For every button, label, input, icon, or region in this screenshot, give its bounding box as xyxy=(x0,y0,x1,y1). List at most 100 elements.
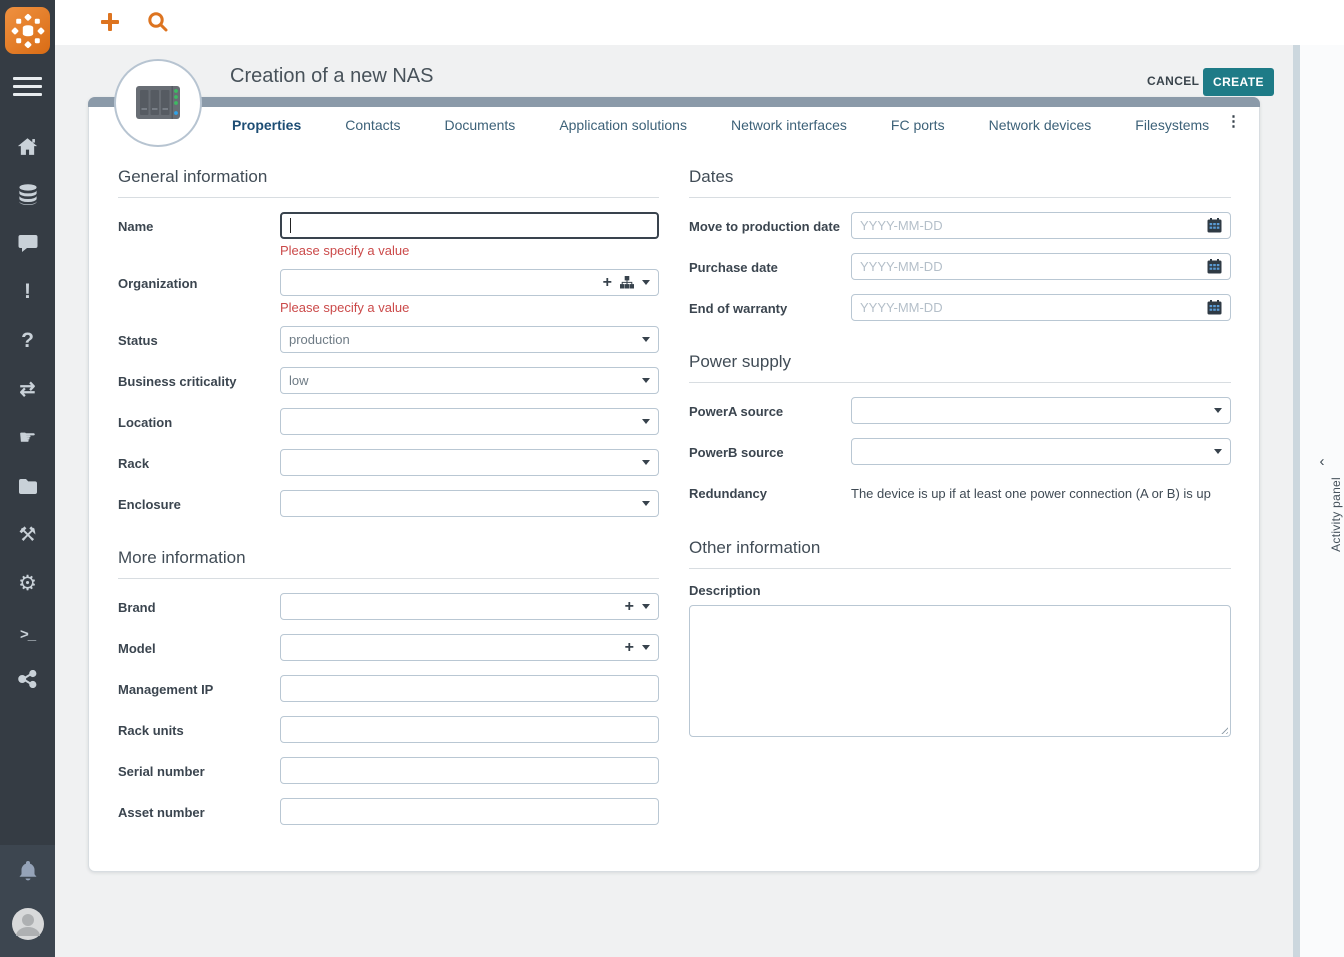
resize-grip-icon[interactable] xyxy=(1219,725,1228,734)
asset-number-input[interactable] xyxy=(280,798,659,825)
dropdown-caret-icon[interactable] xyxy=(642,604,650,609)
section-general-information: General information xyxy=(118,166,659,198)
folder-icon[interactable] xyxy=(0,476,55,498)
notifications-bell-icon[interactable] xyxy=(0,859,55,883)
rack-units-input[interactable] xyxy=(280,716,659,743)
field-row: Rack xyxy=(118,449,659,476)
menu-toggle-icon[interactable] xyxy=(13,77,42,101)
calendar-icon[interactable] xyxy=(1207,218,1222,233)
move-to-production-date-label: Move to production date xyxy=(689,219,840,234)
helping-hand-icon[interactable]: ☛ xyxy=(0,427,55,449)
tab-properties[interactable]: Properties xyxy=(232,117,301,133)
itop-logo-icon xyxy=(11,13,44,48)
tab-application-solutions[interactable]: Application solutions xyxy=(559,117,687,133)
alert-icon[interactable]: ! xyxy=(0,281,55,303)
tab-fc-ports[interactable]: FC ports xyxy=(891,117,945,133)
page-title: Creation of a new NAS xyxy=(230,65,434,87)
tab-contacts[interactable]: Contacts xyxy=(345,117,400,133)
tab-filesystems[interactable]: Filesystems xyxy=(1135,117,1209,133)
itop-logo[interactable] xyxy=(5,7,50,54)
power-a-source-select[interactable] xyxy=(851,397,1231,424)
field-row: Redundancy The device is up if at least … xyxy=(689,479,1231,501)
main-content: Creation of a new NAS CANCEL CREATE Prop… xyxy=(55,45,1293,957)
calendar-icon[interactable] xyxy=(1207,259,1222,274)
purchase-date-input[interactable]: YYYY-MM-DD xyxy=(851,253,1231,280)
name-error: Please specify a value xyxy=(280,243,410,258)
screen: ! ? ⇄ ☛ ⚒ ⚙ >_ ‹ Activity panel Creation… xyxy=(0,0,1344,957)
description-label: Description xyxy=(689,583,761,598)
share-icon[interactable] xyxy=(0,668,55,690)
activity-panel-collapsed[interactable]: ‹ Activity panel xyxy=(1300,45,1344,957)
field-row: Organization + Please specify a value xyxy=(118,269,659,315)
name-input[interactable] xyxy=(280,212,659,239)
field-row: Status production xyxy=(118,326,659,353)
tab-network-interfaces[interactable]: Network interfaces xyxy=(731,117,847,133)
location-label: Location xyxy=(118,415,173,430)
global-search-icon[interactable] xyxy=(147,11,169,38)
location-select[interactable] xyxy=(280,408,659,435)
user-avatar[interactable] xyxy=(0,907,55,941)
management-ip-input[interactable] xyxy=(280,675,659,702)
add-organization-icon[interactable]: + xyxy=(603,274,612,290)
help-icon[interactable]: ? xyxy=(0,330,55,352)
status-label: Status xyxy=(118,333,158,348)
create-button[interactable]: CREATE xyxy=(1203,68,1274,96)
object-card: Properties Contacts Documents Applicatio… xyxy=(88,97,1260,872)
home-icon[interactable] xyxy=(0,136,55,158)
dropdown-caret-icon xyxy=(642,337,650,342)
form-column-left: General information Name Please specify … xyxy=(118,166,659,839)
brand-combo[interactable]: + xyxy=(280,593,659,620)
power-a-source-label: PowerA source xyxy=(689,404,784,419)
field-row: Management IP xyxy=(118,675,659,702)
field-row: Rack units xyxy=(118,716,659,743)
database-icon[interactable] xyxy=(0,184,55,206)
asset-number-label: Asset number xyxy=(118,805,205,820)
add-model-icon[interactable]: + xyxy=(625,639,634,655)
serial-number-label: Serial number xyxy=(118,764,205,779)
model-label: Model xyxy=(118,641,156,656)
object-avatar xyxy=(114,59,202,147)
model-combo[interactable]: + xyxy=(280,634,659,661)
tabs-overflow-icon[interactable]: ⋮ xyxy=(1226,114,1241,129)
description-textarea[interactable] xyxy=(689,605,1231,737)
status-select[interactable]: production xyxy=(280,326,659,353)
chat-icon[interactable] xyxy=(0,233,55,255)
activity-panel-expand-icon[interactable]: ‹ xyxy=(1300,453,1344,470)
field-row: Asset number xyxy=(118,798,659,825)
form-column-right: Dates Move to production date YYYY-MM-DD… xyxy=(689,166,1231,737)
end-of-warranty-input[interactable]: YYYY-MM-DD xyxy=(851,294,1231,321)
section-other-information: Other information xyxy=(689,537,1231,569)
field-row: Enclosure xyxy=(118,490,659,517)
dropdown-caret-icon xyxy=(642,419,650,424)
business-criticality-select[interactable]: low xyxy=(280,367,659,394)
enclosure-select[interactable] xyxy=(280,490,659,517)
field-row: Name Please specify a value xyxy=(118,212,659,258)
dropdown-caret-icon[interactable] xyxy=(642,645,650,650)
power-b-source-label: PowerB source xyxy=(689,445,784,460)
dropdown-caret-icon[interactable] xyxy=(642,280,650,285)
hierarchy-icon[interactable] xyxy=(620,276,634,289)
dropdown-caret-icon xyxy=(1214,408,1222,413)
field-row: Business criticality low xyxy=(118,367,659,394)
move-to-production-date-input[interactable]: YYYY-MM-DD xyxy=(851,212,1231,239)
calendar-icon[interactable] xyxy=(1207,300,1222,315)
field-row: PowerA source xyxy=(689,397,1231,424)
quick-create-icon[interactable] xyxy=(99,11,121,33)
purchase-date-label: Purchase date xyxy=(689,260,778,275)
rack-select[interactable] xyxy=(280,449,659,476)
settings-gear-icon[interactable]: ⚙ xyxy=(0,573,55,595)
rack-label: Rack xyxy=(118,456,150,471)
power-b-source-select[interactable] xyxy=(851,438,1231,465)
organization-combo[interactable]: + xyxy=(280,269,659,296)
add-brand-icon[interactable]: + xyxy=(625,598,634,614)
serial-number-input[interactable] xyxy=(280,757,659,784)
field-row: PowerB source xyxy=(689,438,1231,465)
cancel-button[interactable]: CANCEL xyxy=(1147,74,1199,88)
transfer-icon[interactable]: ⇄ xyxy=(0,379,55,401)
tab-documents[interactable]: Documents xyxy=(445,117,516,133)
tools-icon[interactable]: ⚒ xyxy=(0,524,55,546)
dropdown-caret-icon xyxy=(642,460,650,465)
brand-label: Brand xyxy=(118,600,156,615)
console-icon[interactable]: >_ xyxy=(0,624,55,646)
tab-network-devices[interactable]: Network devices xyxy=(989,117,1092,133)
